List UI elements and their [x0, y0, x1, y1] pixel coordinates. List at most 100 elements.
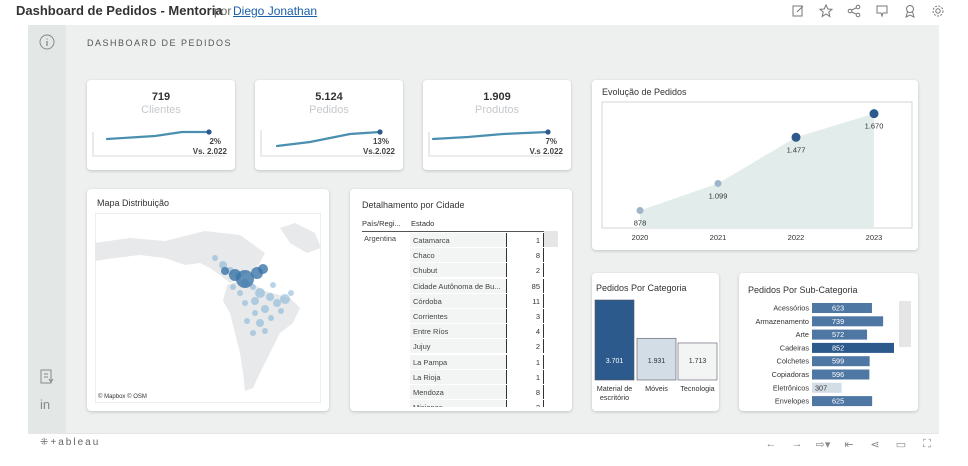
pedidos-value-cell: 1 — [506, 354, 544, 369]
data-label: 1.099 — [709, 191, 728, 200]
svg-text:in: in — [40, 397, 50, 412]
subcat-scrollbar[interactable] — [899, 301, 911, 347]
badge-icon[interactable] — [902, 3, 918, 19]
share-icon[interactable] — [846, 3, 862, 19]
share-icon[interactable]: ⋖ — [867, 436, 883, 452]
left-rail: in — [28, 25, 66, 433]
data-label: 1.477 — [787, 145, 806, 154]
subcategory-label: Envelopes — [775, 397, 809, 406]
estado-cell: Corrientes — [410, 309, 506, 323]
info-icon[interactable] — [38, 33, 56, 51]
pedidos-value-cell: 2 — [506, 400, 544, 407]
hbar[interactable] — [812, 342, 894, 353]
kpi-card-clientes[interactable]: 719 Clientes 2% Vs. 2.022 — [87, 80, 235, 170]
hbar-value-label: 852 — [832, 343, 844, 352]
download-icon[interactable] — [38, 368, 56, 386]
category-label: Material de — [597, 384, 633, 393]
table-row[interactable]: Entre Ríos 4 — [362, 324, 562, 339]
estado-cell: Cidade Autônoma de Bu... — [410, 278, 506, 293]
comment-icon[interactable] — [874, 3, 890, 19]
undo-arrow-icon[interactable]: ← — [763, 436, 779, 452]
table-row[interactable]: La Rioja 1 — [362, 369, 562, 385]
kpi-sparkline — [260, 129, 393, 157]
table-row[interactable]: Corrientes 3 — [362, 309, 562, 324]
pedidos-value-cell: 8 — [506, 385, 544, 399]
reset-icon[interactable]: ⇤ — [841, 436, 857, 452]
area-fill — [640, 113, 874, 228]
redo-arrow-icon[interactable]: → — [789, 436, 805, 452]
kpi-percent: 7% — [545, 137, 557, 146]
table-row[interactable]: Misiones2 — [362, 400, 562, 407]
kpi-sparkline — [92, 129, 225, 157]
pedidos-value-cell: 1 — [506, 233, 544, 247]
author-prefix: por — [214, 4, 232, 18]
topbar-actions — [790, 3, 946, 19]
pedidos-value-cell: 2 — [506, 263, 544, 278]
linkedin-icon[interactable]: in — [38, 395, 56, 413]
table-row[interactable]: Chubut 2 — [362, 263, 562, 278]
tableau-toolbar: ⁜+ableau ← → ⇨▾ ⇤ ⋖ ▭ ⛶ — [28, 433, 939, 453]
estado-cell: Entre Ríos — [410, 324, 506, 339]
data-point[interactable] — [714, 179, 722, 187]
bar[interactable] — [594, 299, 635, 381]
data-point[interactable] — [636, 206, 644, 214]
subcategory-label: Armazenamento — [755, 317, 809, 326]
kpi-percent: 2% — [209, 137, 221, 146]
table-row[interactable]: Córdoba 11 — [362, 293, 562, 309]
estado-cell: Córdoba — [410, 293, 506, 308]
workbook-topbar: Dashboard de Pedidos - Mentoria por Dieg… — [0, 0, 968, 24]
pedidos-value-cell: 11 — [506, 293, 544, 308]
comment-icon[interactable]: ▭ — [893, 436, 909, 452]
author-link[interactable]: Diego Jonathan — [233, 4, 317, 18]
kpi-comparison: V.s 2.022 — [529, 147, 563, 156]
table-row[interactable]: Catamarca 1 — [362, 233, 562, 248]
distribution-map[interactable]: © Mapbox © OSM — [95, 213, 321, 403]
hbar-value-label: 572 — [832, 330, 844, 339]
hbar[interactable] — [812, 316, 884, 327]
table-scrollbar[interactable] — [544, 231, 558, 247]
table-row[interactable]: Mendoza 8 — [362, 385, 562, 400]
col-pais: País/Regi... — [362, 219, 401, 228]
bar-value-label: 1.931 — [648, 358, 666, 365]
table-row[interactable]: La Pampa 1 — [362, 354, 562, 370]
bar-value-label: 1.713 — [689, 358, 707, 365]
subcategory-label: Acessórios — [773, 304, 809, 313]
fullscreen-icon[interactable]: ⛶ — [919, 436, 935, 452]
table-row[interactable]: Cidade Autônoma de Bu... 85 — [362, 278, 562, 294]
pedidos-value-cell: 4 — [506, 324, 544, 339]
favorite-star-icon[interactable] — [818, 3, 834, 19]
hbar-value-label: 599 — [832, 357, 844, 366]
revert-icon[interactable]: ⇨▾ — [815, 436, 831, 452]
estado-cell: Misiones — [410, 400, 506, 407]
data-label: 878 — [634, 218, 647, 227]
data-point[interactable] — [791, 132, 801, 142]
tableau-logo: ⁜+ableau — [40, 437, 101, 448]
data-label: 1.670 — [865, 122, 884, 131]
x-tick-label: 2022 — [788, 233, 805, 242]
edit-icon[interactable] — [790, 3, 806, 19]
map-card: Mapa Distribuição © Mapbox © OSM — [87, 189, 329, 411]
category-label: Móveis — [645, 384, 668, 393]
estado-cell: Chaco — [410, 248, 506, 263]
pedidos-value-cell: 1 — [506, 369, 544, 384]
dashboard-header: DASHBOARD DE PEDIDOS — [87, 38, 233, 48]
kpi-comparison: Vs.2.022 — [362, 147, 395, 156]
table-row[interactable]: Chaco 8 — [362, 248, 562, 263]
kpi-card-pedidos[interactable]: 5.124 Pedidos 13% Vs.2.022 — [255, 80, 403, 170]
x-tick-label: 2021 — [710, 233, 727, 242]
col-estado: Estado — [411, 219, 435, 228]
data-point[interactable] — [869, 109, 879, 119]
estado-cell: Jujuy — [410, 339, 506, 354]
kpi-sparkline — [428, 129, 561, 157]
hbar-value-label: 623 — [832, 304, 844, 313]
pedidos-value-cell: 2 — [506, 339, 544, 354]
kpi-card-produtos[interactable]: 1.909 Produtos 7% V.s 2.022 — [423, 80, 571, 170]
categoria-bar-chart: 3.701 Material deescritório 1.931 Móveis 1.7… — [594, 299, 718, 402]
x-tick-label: 2023 — [866, 233, 883, 242]
table-row[interactable]: Jujuy 2 — [362, 339, 562, 354]
subcategory-label: Arte — [796, 330, 809, 339]
settings-gear-icon[interactable] — [930, 3, 946, 19]
table-title: Detalhamento por Cidade — [362, 200, 465, 210]
subcategory-label: Cadeiras — [780, 343, 810, 352]
table-body[interactable]: Catamarca 1 Chaco 8 Chubut 2 Cidade Autônoma d… — [362, 231, 562, 407]
